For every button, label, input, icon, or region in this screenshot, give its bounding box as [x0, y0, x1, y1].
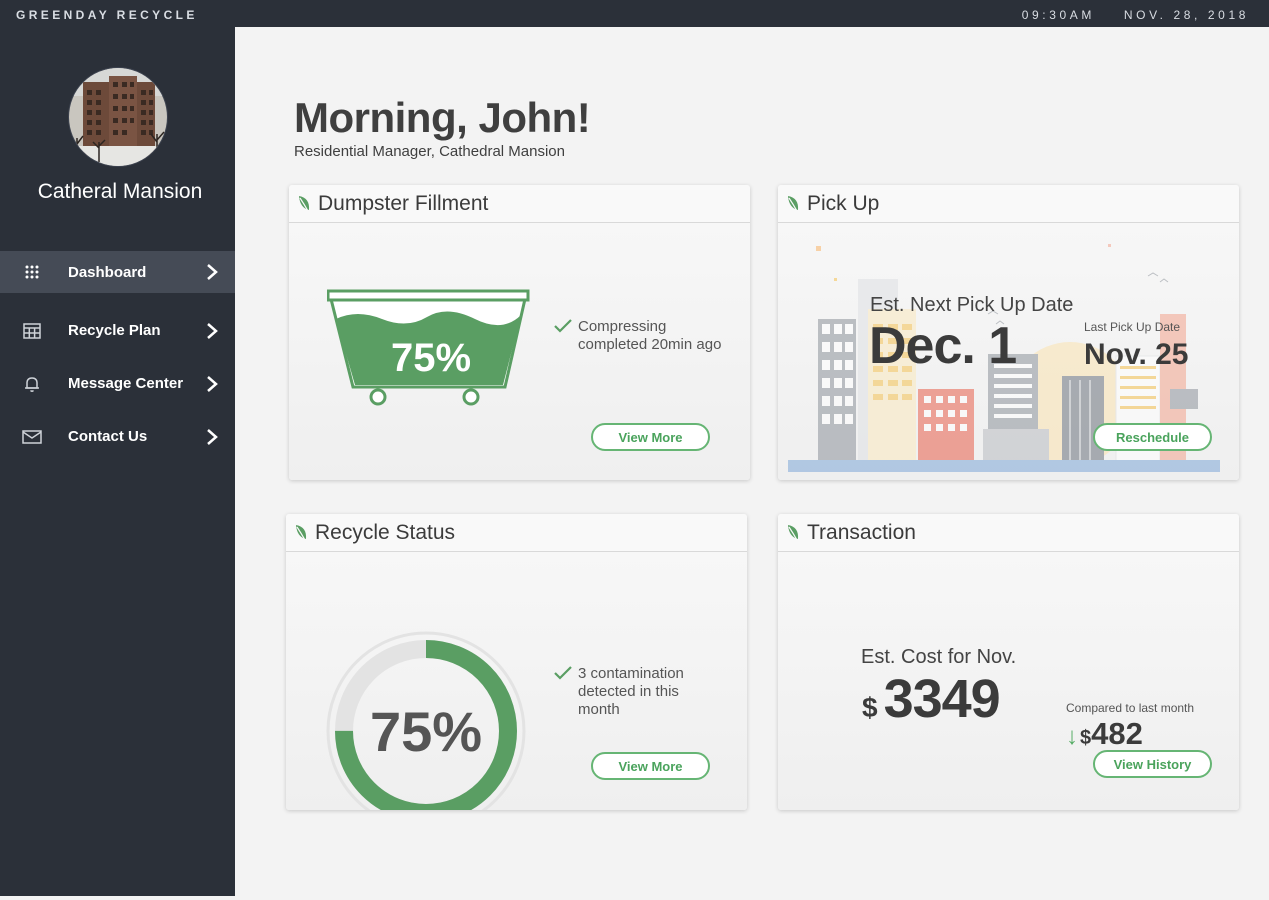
clock: 09:30AM NOV. 28, 2018: [1022, 8, 1249, 22]
last-pickup-label: Last Pick Up Date: [1084, 320, 1181, 334]
calendar-icon: [22, 321, 42, 341]
grid-icon: [22, 262, 42, 282]
compare-label: Compared to last month: [1066, 701, 1195, 715]
sidebar-item-contact-us[interactable]: Contact Us: [0, 410, 235, 463]
view-history-button[interactable]: View History: [1093, 750, 1212, 778]
compare-value: ↓ $ 482: [1066, 716, 1143, 752]
transaction-card: Transaction Est. Cost for Nov. $ 3349 Co…: [778, 514, 1239, 810]
top-bar: GREENDAY RECYCLE 09:30AM NOV. 28, 2018: [0, 0, 1269, 27]
envelope-icon: [22, 427, 42, 447]
card-title: Transaction: [807, 520, 916, 544]
next-pickup-date: Dec. 1: [869, 317, 1017, 375]
chevron-right-icon: [207, 322, 218, 339]
dumpster-status-text: Compressing completed 20min ago: [578, 318, 722, 353]
card-header: Pick Up: [778, 185, 1239, 223]
sidebar-item-label: Message Center: [68, 375, 184, 392]
check-icon: [554, 666, 572, 680]
dumpster-card: Dumpster Fillment 75% Compressing comple…: [289, 185, 750, 480]
recycle-status-card: Recycle Status 75% 3 contamination detec…: [286, 514, 747, 810]
chevron-right-icon: [207, 264, 218, 280]
estimated-cost-label: Est. Cost for Nov.: [861, 646, 1017, 668]
page-title: Morning, John!: [294, 94, 591, 141]
brand-name: GREENDAY RECYCLE: [16, 8, 198, 22]
sidebar-item-recycle-plan[interactable]: Recycle Plan: [0, 304, 235, 357]
card-header: Dumpster Fillment: [289, 185, 750, 223]
currency-symbol: $: [1080, 727, 1092, 749]
building-name: Catheral Mansion: [37, 180, 203, 203]
card-body: 75% Compressing completed 20min ago View…: [289, 224, 750, 480]
sidebar-item-label: Contact Us: [68, 428, 148, 445]
contamination-text: 3 contamination detected in this month: [578, 665, 684, 718]
dumpster-fill-percent: 75%: [390, 336, 472, 380]
sidebar-item-message-center[interactable]: Message Center: [0, 357, 235, 410]
sidebar: Catheral Mansion Dashboard Recycle Plan …: [0, 27, 235, 896]
card-header: Recycle Status: [286, 514, 747, 552]
check-icon: [554, 319, 572, 333]
dumpster-status-note: Compressing completed 20min ago: [554, 318, 724, 354]
sidebar-item-label: Dashboard: [68, 263, 147, 281]
estimated-cost: $ 3349: [862, 668, 1001, 730]
estimated-cost-value: 3349: [883, 669, 1001, 729]
card-body: 75% 3 contamination detected in this mon…: [286, 553, 747, 810]
view-more-button[interactable]: View More: [591, 423, 710, 451]
reschedule-button[interactable]: Reschedule: [1093, 423, 1212, 451]
leaf-icon: [299, 195, 310, 211]
leaf-icon: [788, 195, 799, 211]
user-role: Residential Manager, Cathedral Mansion: [294, 143, 565, 160]
compare-amount: 482: [1091, 716, 1143, 751]
sidebar-item-dashboard[interactable]: Dashboard: [0, 251, 235, 293]
leaf-icon: [296, 524, 307, 540]
card-title: Pick Up: [807, 191, 880, 215]
card-title: Recycle Status: [315, 520, 456, 544]
last-pickup-date: Nov. 25: [1084, 338, 1189, 371]
arrow-down-icon: ↓: [1066, 723, 1078, 750]
chevron-right-icon: [207, 428, 218, 445]
bell-icon: [22, 374, 42, 394]
current-time: 09:30AM: [1021, 8, 1095, 22]
building-avatar: [68, 67, 168, 167]
sidebar-nav: Dashboard Recycle Plan Message Center Co…: [0, 251, 235, 463]
currency-symbol: $: [862, 692, 878, 723]
contamination-note: 3 contamination detected in this month: [554, 665, 724, 719]
recycle-status-percent: 75%: [369, 700, 483, 763]
current-date: NOV. 28, 2018: [1123, 8, 1249, 22]
chevron-right-icon: [207, 375, 218, 392]
card-body: Est. Cost for Nov. $ 3349 Compared to la…: [778, 553, 1239, 810]
pickup-card: Pick Up Est. Next Pick Up Date Dec. 1 La…: [778, 185, 1239, 480]
leaf-icon: [788, 524, 799, 540]
card-body: Est. Next Pick Up Date Dec. 1 Last Pick …: [778, 224, 1239, 480]
card-header: Transaction: [778, 514, 1239, 552]
sidebar-item-label: Recycle Plan: [68, 322, 161, 339]
next-pickup-label: Est. Next Pick Up Date: [870, 294, 1074, 316]
view-more-button[interactable]: View More: [591, 752, 710, 780]
card-title: Dumpster Fillment: [318, 191, 489, 215]
